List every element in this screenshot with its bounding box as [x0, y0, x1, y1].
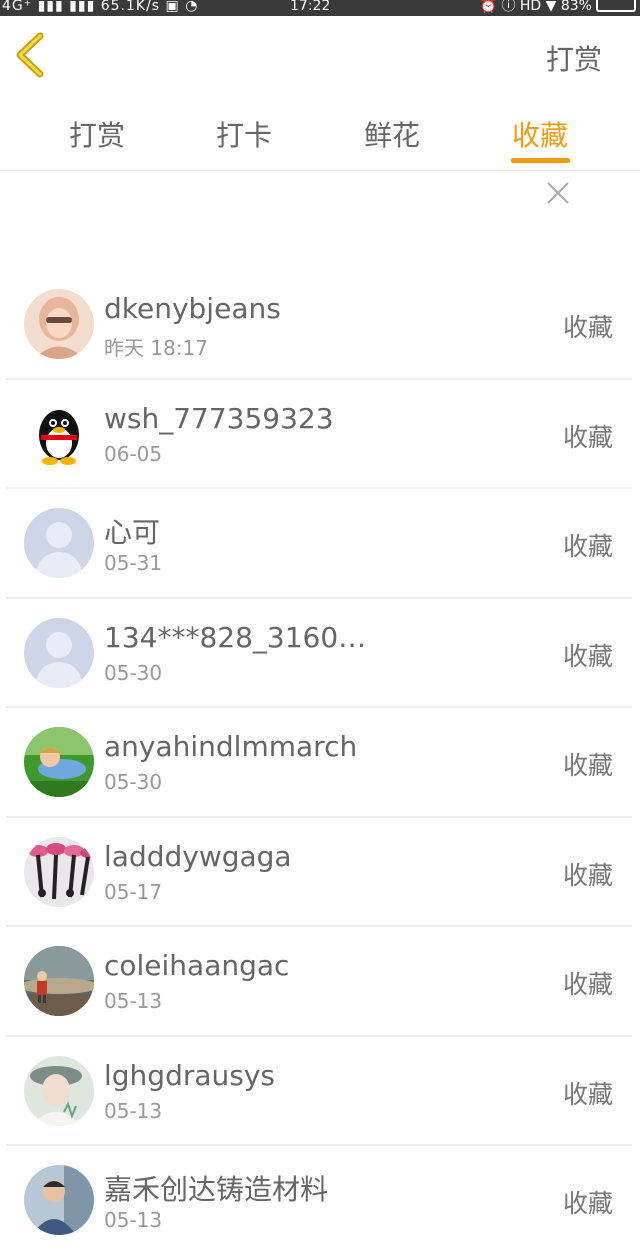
user-name: 134***828_3160…	[104, 620, 367, 654]
item-date: 昨天 18:17	[104, 336, 208, 360]
item-date: 05-31	[104, 551, 163, 575]
favorite-action[interactable]: 收藏	[563, 637, 613, 673]
user-name: wsh_777359323	[104, 401, 334, 435]
back-button[interactable]	[12, 32, 52, 78]
item-date: 05-13	[104, 1208, 163, 1232]
tab-reward[interactable]: 打赏	[69, 114, 125, 154]
item-date: 05-30	[104, 660, 163, 685]
qq-penguin-icon[interactable]	[24, 398, 94, 469]
favorite-action[interactable]: 收藏	[563, 1184, 613, 1220]
default-avatar-icon[interactable]	[24, 508, 94, 578]
user-name: coleihaangac	[104, 949, 290, 982]
status-bar-indicators: ⏰ ⓘ HD ▼ 83%	[479, 0, 592, 14]
active-tab-indicator	[511, 158, 570, 163]
tab-favorites[interactable]: 收藏	[512, 114, 568, 154]
user-name: lghgdrausys	[104, 1058, 276, 1092]
tab-checkin[interactable]: 打卡	[216, 114, 272, 154]
favorite-action[interactable]: 收藏	[563, 418, 613, 454]
user-name: anyahindlmmarch	[104, 730, 358, 763]
favorites-list: dkenybjeans 昨天 18:17 收藏 wsh_777359323 06…	[0, 270, 640, 1256]
status-bar-signal: 4G⁺ ▮▮▮ ▮▮▮ 65.1K/s ▣ ◔	[2, 0, 199, 14]
list-item[interactable]: dkenybjeans 昨天 18:17 收藏	[0, 270, 640, 380]
list-item[interactable]: anyahindlmmarch 05-30 收藏	[0, 708, 640, 818]
photo-girl-icon[interactable]	[24, 289, 94, 359]
list-item[interactable]: 134***828_3160… 05-30 收藏	[0, 599, 640, 708]
list-item[interactable]: ladddywgaga 05-17 收藏	[0, 818, 640, 927]
user-name: dkenybjeans	[104, 292, 281, 325]
photo-child-sky-icon[interactable]	[24, 946, 94, 1016]
list-item[interactable]: lghgdrausys 05-13 收藏	[0, 1037, 640, 1146]
tab-flowers[interactable]: 鲜花	[364, 114, 420, 154]
photo-girl-hat-icon[interactable]	[24, 1055, 94, 1126]
favorite-action[interactable]: 收藏	[563, 856, 613, 892]
user-name: ladddywgaga	[104, 839, 292, 873]
favorite-action[interactable]: 收藏	[563, 308, 613, 344]
list-item[interactable]: 心可 05-31 收藏	[0, 489, 640, 599]
favorite-action[interactable]: 收藏	[563, 1075, 613, 1111]
tab-bar: 打赏 打卡 鲜花 收藏	[0, 100, 640, 171]
item-date: 05-13	[104, 989, 163, 1013]
photo-child-grass-icon[interactable]	[24, 727, 94, 797]
list-item[interactable]: wsh_777359323 06-05 收藏	[0, 380, 640, 489]
user-name: 心可	[104, 516, 161, 549]
list-item[interactable]: coleihaangac 05-13 收藏	[0, 927, 640, 1037]
default-avatar-icon[interactable]	[24, 617, 94, 688]
user-name: 嘉禾创达铸造材料	[104, 1173, 329, 1206]
item-date: 05-30	[104, 770, 163, 794]
battery-icon	[596, 0, 636, 12]
favorite-action[interactable]: 收藏	[563, 746, 613, 782]
photo-flowers-icon[interactable]	[24, 836, 94, 907]
favorite-action[interactable]: 收藏	[563, 527, 613, 563]
reward-button[interactable]: 打赏	[546, 38, 602, 78]
status-bar: 4G⁺ ▮▮▮ ▮▮▮ 65.1K/s ▣ ◔ 17:22 ⏰ ⓘ HD ▼ 8…	[0, 0, 640, 16]
chevron-left-icon	[16, 32, 44, 78]
header: 打赏	[0, 16, 640, 100]
item-date: 05-13	[104, 1098, 163, 1123]
close-icon	[547, 182, 569, 204]
item-date: 06-05	[104, 441, 163, 466]
photo-person-icon[interactable]	[24, 1165, 94, 1235]
favorite-action[interactable]: 收藏	[563, 965, 613, 1001]
close-button[interactable]	[544, 179, 572, 207]
status-bar-time: 17:22	[290, 0, 331, 14]
list-item[interactable]: 嘉禾创达铸造材料 05-13 收藏	[0, 1146, 640, 1256]
item-date: 05-17	[104, 879, 163, 904]
